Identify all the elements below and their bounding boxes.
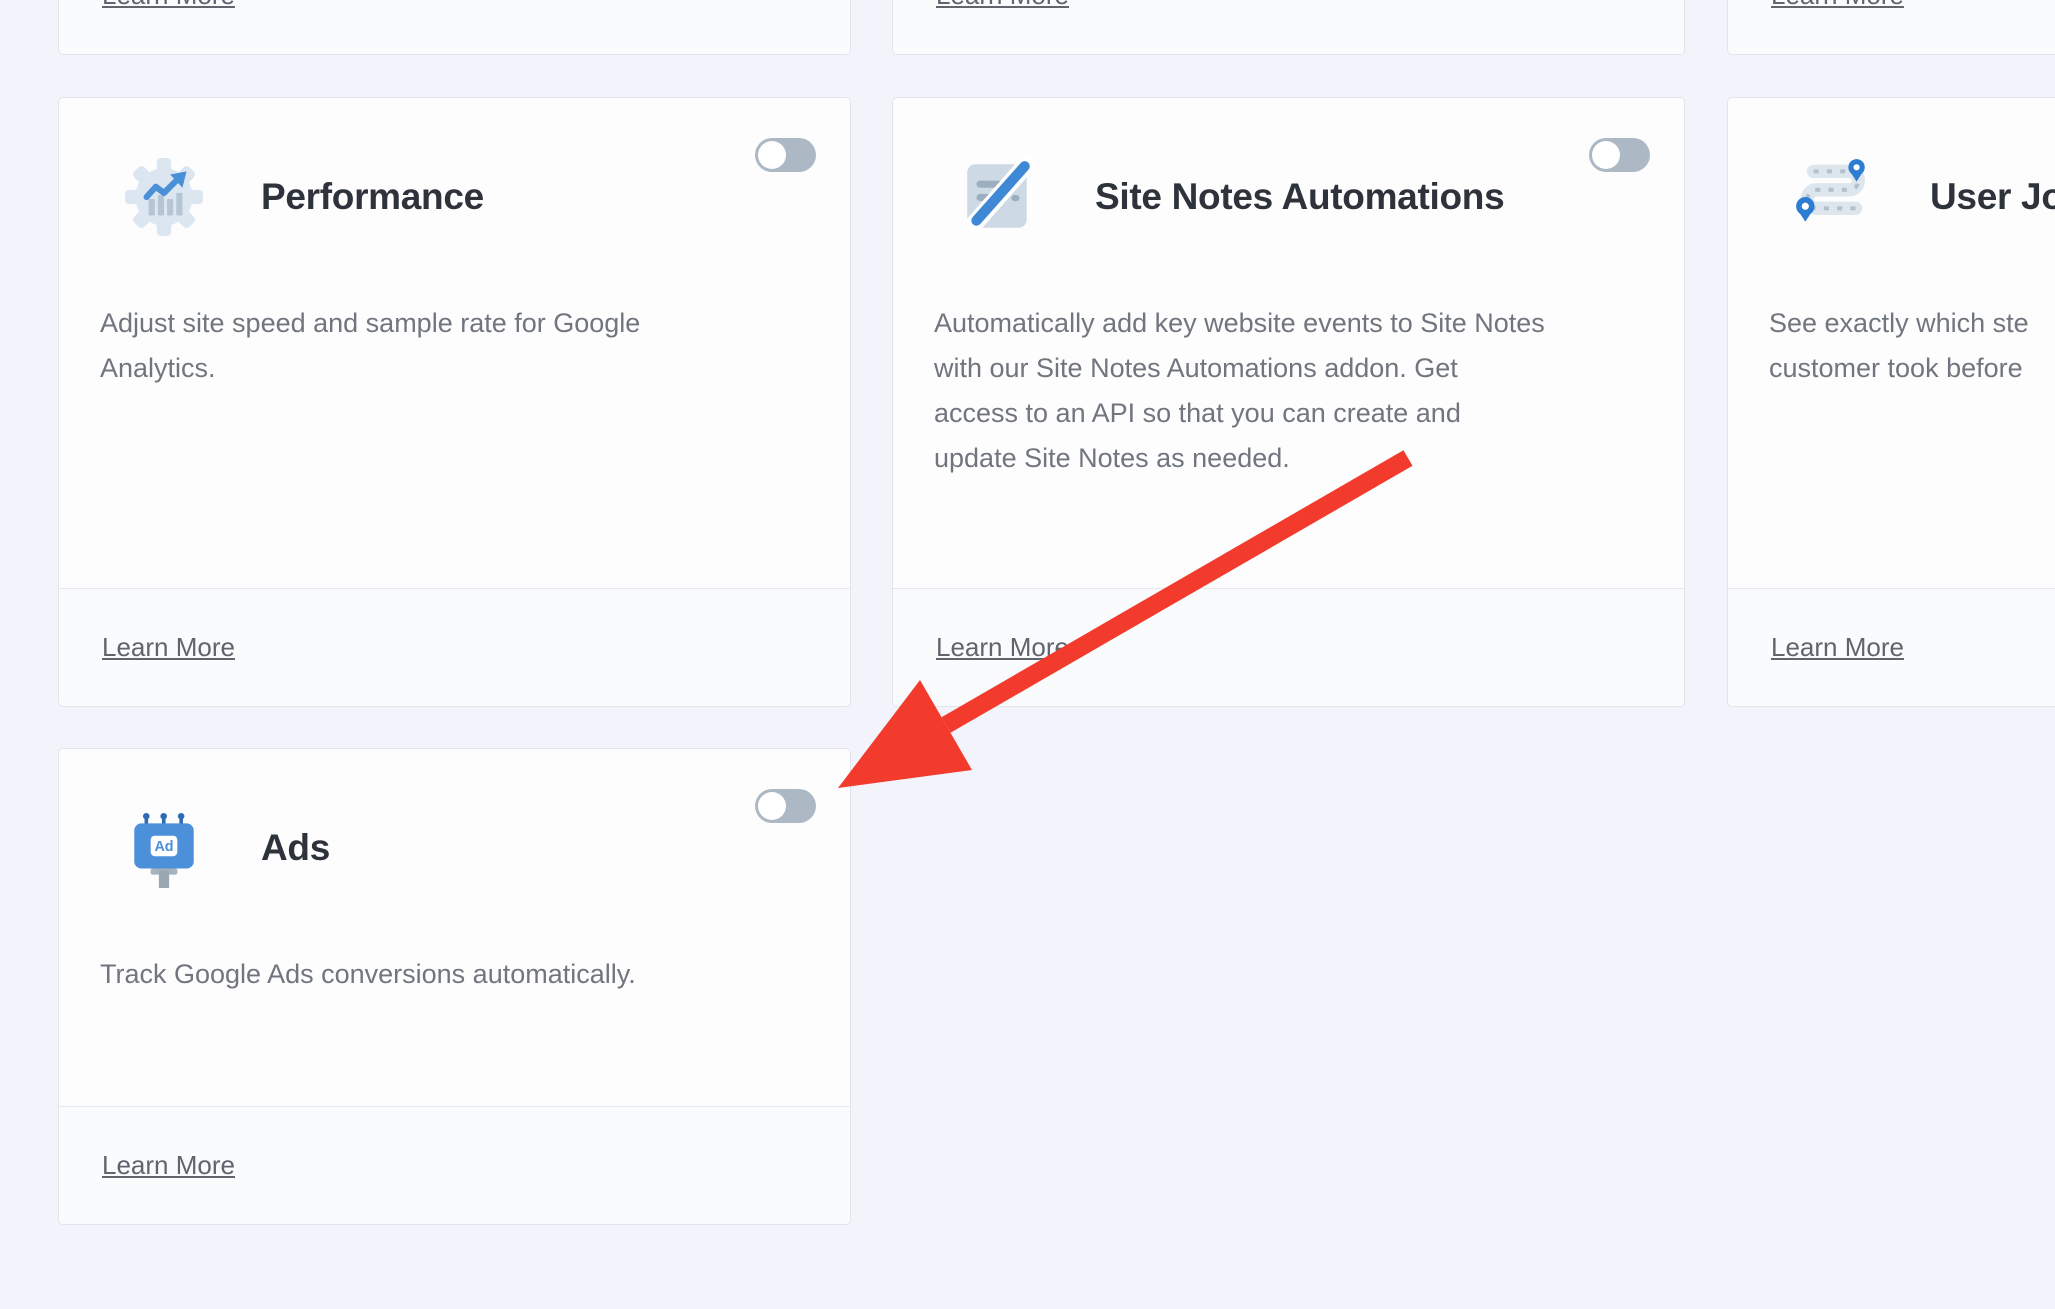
addon-description: Adjust site speed and sample rate for Go… <box>59 238 850 391</box>
addon-card-performance: Performance Adjust site speed and sample… <box>58 97 851 707</box>
card-footer: Learn More <box>1728 0 2055 54</box>
user-journey-route-icon <box>1792 156 1874 238</box>
learn-more-link-ads[interactable]: Learn More <box>102 1150 235 1181</box>
card-body: Performance Adjust site speed and sample… <box>59 98 850 588</box>
addon-title: Performance <box>261 176 484 218</box>
card-footer: Learn More <box>59 1106 850 1224</box>
card-footer: Learn More <box>59 588 850 706</box>
card-body: User Jo See exactly which ste customer t… <box>1728 98 2055 588</box>
description-line: access to an API so that you can create … <box>934 391 1634 436</box>
learn-more-link-top-3[interactable]: Learn More <box>1771 0 1904 11</box>
card-footer: Learn More <box>893 0 1684 54</box>
card-body: Site Notes Automations Automatically add… <box>893 98 1684 588</box>
card-footer: Learn More <box>1728 588 2055 706</box>
addon-card-site-notes-automations: Site Notes Automations Automatically add… <box>892 97 1685 707</box>
card-footer: Learn More <box>59 0 850 54</box>
description-line: Automatically add key website events to … <box>934 301 1634 346</box>
addon-description: Automatically add key website events to … <box>893 238 1684 481</box>
description-line: customer took before <box>1769 346 2055 391</box>
learn-more-link-performance[interactable]: Learn More <box>102 632 235 663</box>
learn-more-link-top-1[interactable]: Learn More <box>102 0 235 11</box>
site-notes-pencil-icon <box>957 156 1039 238</box>
learn-more-link-user-journey[interactable]: Learn More <box>1771 632 1904 663</box>
learn-more-link-site-notes[interactable]: Learn More <box>936 632 1069 663</box>
addon-card-user-journey: User Jo See exactly which ste customer t… <box>1727 97 2055 707</box>
partial-addon-card: Learn More <box>892 0 1685 55</box>
addon-title: User Jo <box>1930 176 2055 218</box>
card-header: Performance <box>59 98 850 238</box>
card-footer: Learn More <box>893 588 1684 706</box>
description-line: Analytics. <box>100 346 800 391</box>
partial-addon-card: Learn More <box>1727 0 2055 55</box>
description-line: Adjust site speed and sample rate for Go… <box>100 301 800 346</box>
description-line: See exactly which ste <box>1769 301 2055 346</box>
performance-gear-chart-icon <box>123 156 205 238</box>
svg-text:Ad: Ad <box>154 839 173 855</box>
card-header: Site Notes Automations <box>893 98 1684 238</box>
card-body: Ad Ads Track Google Ads conversions auto… <box>59 749 850 1106</box>
addon-title: Ads <box>261 827 330 869</box>
addon-description: Track Google Ads conversions automatical… <box>59 889 850 997</box>
partial-addon-card: Learn More <box>58 0 851 55</box>
addons-settings-page: Learn More Learn More Learn More <box>0 0 2055 1309</box>
addon-card-ads: Ad Ads Track Google Ads conversions auto… <box>58 748 851 1225</box>
description-line: Track Google Ads conversions automatical… <box>100 952 800 997</box>
card-header: Ad Ads <box>59 749 850 889</box>
addon-title: Site Notes Automations <box>1095 176 1504 218</box>
description-line: update Site Notes as needed. <box>934 436 1634 481</box>
ads-billboard-icon: Ad <box>123 807 205 889</box>
description-line: with our Site Notes Automations addon. G… <box>934 346 1634 391</box>
learn-more-link-top-2[interactable]: Learn More <box>936 0 1069 11</box>
addon-description: See exactly which ste customer took befo… <box>1728 238 2055 391</box>
card-header: User Jo <box>1728 98 2055 238</box>
